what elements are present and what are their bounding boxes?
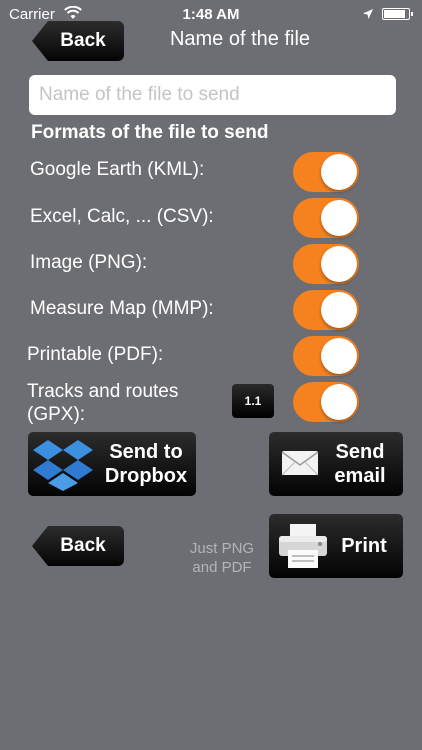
back-button-label: Back — [60, 30, 106, 51]
battery-icon — [382, 8, 413, 20]
toggle-csv[interactable] — [293, 198, 359, 238]
format-label-csv: Excel, Calc, ... (CSV): — [30, 206, 214, 227]
print-button[interactable]: Print — [269, 514, 403, 578]
toggle-pdf[interactable] — [293, 336, 359, 376]
format-label-pdf: Printable (PDF): — [27, 344, 164, 365]
envelope-icon — [281, 451, 319, 476]
toggle-knob — [321, 154, 357, 190]
send-to-dropbox-label: Send to Dropbox — [104, 441, 188, 487]
page-title: Name of the file — [169, 28, 311, 50]
gpx-version-button[interactable]: 1.1 — [232, 384, 274, 418]
printer-icon — [279, 524, 327, 568]
print-label: Print — [341, 535, 387, 557]
format-label-png: Image (PNG): — [30, 252, 148, 273]
send-email-button[interactable]: Send email — [269, 432, 403, 496]
back-button-top[interactable]: Back — [32, 21, 124, 61]
send-to-dropbox-button[interactable]: Send to Dropbox — [28, 432, 196, 496]
file-name-input[interactable] — [29, 75, 396, 115]
toggle-knob — [321, 246, 357, 282]
format-label-gpx: Tracks and routes (GPX): — [27, 381, 179, 425]
toggle-knob — [321, 200, 357, 236]
back-button-bottom[interactable]: Back — [32, 526, 124, 566]
dropbox-icon — [33, 440, 93, 491]
status-time: 1:48 AM — [182, 6, 240, 23]
format-label-mmp: Measure Map (MMP): — [30, 298, 214, 319]
send-email-label: Send email — [334, 441, 386, 487]
location-arrow-icon — [363, 9, 373, 19]
formats-title: Formats of the file to send — [31, 122, 269, 143]
toggle-mmp[interactable] — [293, 290, 359, 330]
toggle-knob — [321, 338, 357, 374]
toggle-knob — [321, 292, 357, 328]
back-button-label: Back — [60, 535, 106, 556]
format-label-kml: Google Earth (KML): — [30, 159, 205, 180]
toggle-png[interactable] — [293, 244, 359, 284]
toggle-knob — [321, 384, 357, 420]
toggle-gpx[interactable] — [293, 382, 359, 422]
print-hint: Just PNG and PDF — [189, 540, 255, 576]
toggle-kml[interactable] — [293, 152, 359, 192]
